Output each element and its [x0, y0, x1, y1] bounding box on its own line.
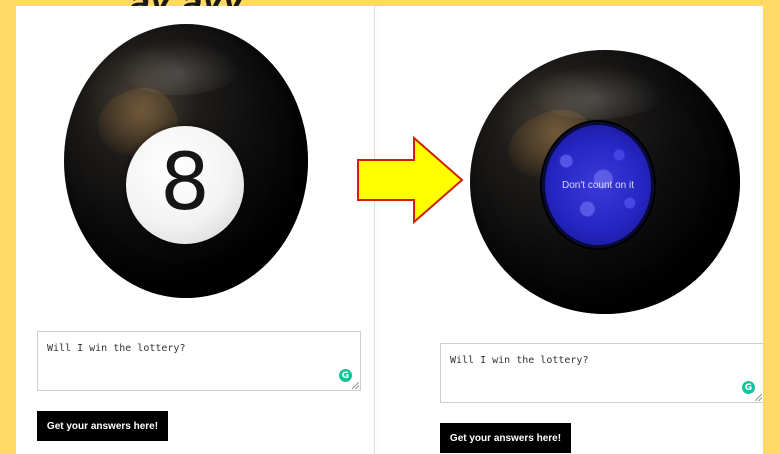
resize-handle-icon[interactable]: [352, 382, 359, 389]
ball-number: 8: [160, 138, 210, 228]
resize-handle-icon[interactable]: [755, 394, 762, 401]
question-value: Will I win the lottery?: [47, 343, 186, 354]
grammarly-icon[interactable]: G: [339, 369, 352, 382]
panel-before: 8 Will I win the lottery? G Get your ans…: [16, 6, 374, 454]
answer-window: Don't count on it: [542, 122, 654, 248]
right-arrow-icon: [357, 135, 464, 225]
question-textarea[interactable]: Will I win the lottery? G: [440, 343, 763, 403]
get-answers-button[interactable]: Get your answers here!: [37, 411, 168, 441]
get-answers-button[interactable]: Get your answers here!: [440, 423, 571, 453]
question-textarea[interactable]: Will I win the lottery? G: [37, 331, 361, 391]
eight-face: 8: [126, 126, 244, 244]
answer-text: Don't count on it: [562, 179, 634, 191]
question-value: Will I win the lottery?: [450, 355, 589, 366]
grammarly-icon[interactable]: G: [742, 381, 755, 394]
panel-after: Don't count on it Will I win the lottery…: [378, 6, 763, 454]
